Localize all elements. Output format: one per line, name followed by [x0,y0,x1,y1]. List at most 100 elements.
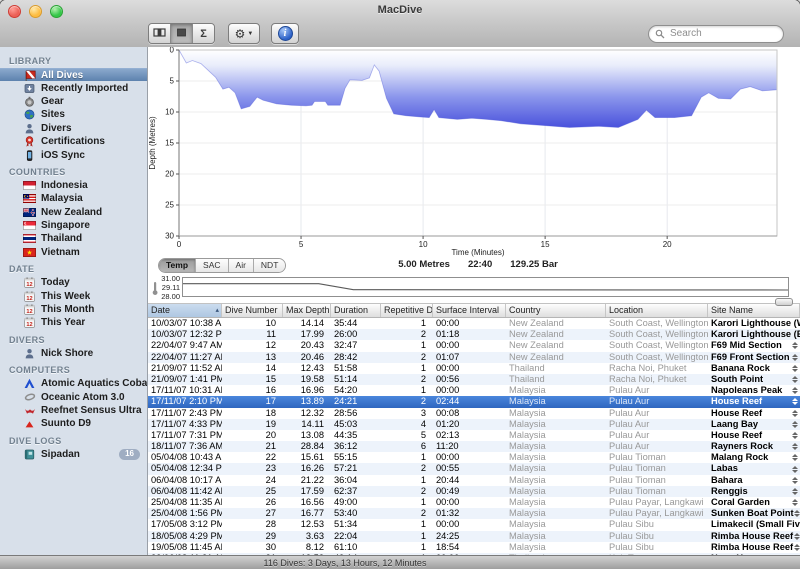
table-row[interactable]: 05/04/08 10:43 AM2215.6155:15100:00Malay… [148,452,800,463]
sidebar-item-sites[interactable]: Sites [0,108,147,121]
cell-surface-interval: 00:00 [433,385,506,396]
table-row[interactable]: 22/04/07 11:27 AM1320.4628:42201:07New Z… [148,352,800,363]
site-stepper[interactable] [791,432,798,439]
sidebar-item-singapore[interactable]: Singapore [0,219,147,232]
table-row[interactable]: 18/11/07 7:36 AM2128.8436:12611:20Malays… [148,441,800,452]
search-input[interactable] [668,27,777,40]
sidebar-item-today[interactable]: 12Today [0,276,147,289]
cell-site-name: F69 Front Section [708,352,800,363]
sidebar-item-vietnam[interactable]: Vietnam [0,246,147,259]
column-header-duration[interactable]: Duration [331,304,381,317]
table-row[interactable]: 10/03/07 12:32 PM1117.9926:00201:18New Z… [148,329,800,340]
column-header-dive-number[interactable]: Dive Number [222,304,283,317]
table-row[interactable]: 06/04/08 10:17 AM2421.2236:04120:44Malay… [148,475,800,486]
site-stepper[interactable] [793,544,800,551]
column-header-max-depth[interactable]: Max Depth [283,304,331,317]
sidebar-item-atomic-aquatics-cobalt[interactable]: Atomic Aquatics Cobalt [0,377,147,390]
table-row[interactable]: 17/11/07 7:31 PM2013.0844:35502:13Malays… [148,430,800,441]
sidebar-item-gear[interactable]: Gear [0,95,147,108]
site-stepper[interactable] [791,454,798,461]
table-row[interactable]: 21/09/07 11:52 AM1412.4351:58100:00Thail… [148,363,800,374]
site-stepper[interactable] [791,443,798,450]
segment-sigma-view[interactable]: Σ [193,24,214,43]
sidebar-item-nick-shore[interactable]: Nick Shore [0,347,147,360]
info-button[interactable]: i [271,23,299,44]
site-stepper[interactable] [791,398,798,405]
site-stepper[interactable] [791,466,798,473]
sidebar-item-label: Nick Shore [41,348,93,359]
sidebar-item-this-year[interactable]: 12This Year [0,316,147,329]
sidebar-item-thailand[interactable]: Thailand [0,232,147,245]
site-stepper[interactable] [791,376,798,383]
column-header-surface-interval[interactable]: Surface Interval [433,304,506,317]
minimize-button[interactable] [29,5,42,18]
sidebar-item-this-month[interactable]: 12This Month [0,303,147,316]
main-content: 05101520253005101520Time (Minutes)Depth … [148,47,800,556]
site-stepper[interactable] [791,499,798,506]
site-stepper[interactable] [791,421,798,428]
table-row[interactable]: 25/04/08 11:35 AM2616.5649:00100:00Malay… [148,497,800,508]
cell-dive-number: 20 [222,430,283,441]
table-row[interactable]: 17/11/07 2:43 PM1812.3228:56300:08Malays… [148,408,800,419]
column-header-location[interactable]: Location [606,304,708,317]
table-row[interactable]: 17/11/07 2:10 PM1713.8924:21202:44Malays… [148,396,800,407]
site-stepper[interactable] [791,410,798,417]
sidebar-item-certifications[interactable]: Certifications [0,135,147,148]
site-name-value: Rimba House Reef [711,531,793,542]
table-row[interactable]: 17/11/07 4:33 PM1914.1145:03401:20Malays… [148,419,800,430]
cell-date: 10/03/07 12:32 PM [148,329,222,340]
sort-ascending-icon: ▴ [215,304,219,317]
cell-site-name: Labas [708,463,800,474]
table-row[interactable]: 19/05/08 11:45 AM308.1261:10118:54Malays… [148,542,800,553]
sidebar-item-indonesia[interactable]: Indonesia [0,179,147,192]
sidebar-item-recently-imported[interactable]: Recently Imported [0,81,147,94]
sidebar-item-reefnet-sensus-ultra[interactable]: Reefnet Sensus Ultra [0,404,147,417]
site-stepper[interactable] [791,387,798,394]
table-row[interactable]: 18/05/08 4:29 PM293.6322:04124:25Malaysi… [148,531,800,542]
cell-repetitive-dive: 6 [381,441,433,452]
column-header-repetitive-dive[interactable]: Repetitive Dive [381,304,433,317]
cell-country: Malaysia [506,519,606,530]
sidebar-item-ios-sync[interactable]: iOS Sync [0,148,147,161]
segment-columns-view[interactable] [149,24,171,43]
cell-site-name: South Point [708,374,800,385]
site-stepper[interactable] [791,354,798,361]
search-field[interactable] [648,25,784,43]
cell-date: 17/05/08 3:12 PM [148,519,222,530]
sidebar-item-divers[interactable]: Divers [0,122,147,135]
zoom-button[interactable] [50,5,63,18]
site-stepper[interactable] [791,477,798,484]
table-row[interactable]: 17/11/07 10:31 AM1616.9654:20100:00Malay… [148,385,800,396]
site-stepper[interactable] [791,365,798,372]
oceanic-logo-icon [23,392,36,403]
column-header-country[interactable]: Country [506,304,606,317]
title-bar[interactable]: MacDive [0,0,800,21]
table-row[interactable]: 05/04/08 12:34 PM2316.2657:21200:55Malay… [148,463,800,474]
sidebar-item-suunto-d9[interactable]: Suunto D9 [0,417,147,430]
close-button[interactable] [8,5,21,18]
table-row[interactable]: 17/05/08 3:12 PM2812.5351:34100:00Malays… [148,519,800,530]
sidebar-item-new-zealand[interactable]: New Zealand [0,206,147,219]
table-row[interactable]: 10/03/07 10:38 AM1014.1435:44100:00New Z… [148,318,800,329]
sidebar-item-malaysia[interactable]: Malaysia [0,192,147,205]
site-stepper[interactable] [793,533,800,540]
table-row[interactable]: 22/04/07 9:47 AM1220.4332:47100:00New Ze… [148,340,800,351]
action-gear-button[interactable]: ⚙ ▼ [228,23,260,44]
sidebar-item-this-week[interactable]: 12This Week [0,289,147,302]
temp-min-label: 28.00 [161,292,180,301]
table-row[interactable]: 21/09/07 1:41 PM1519.5851:14200:56Thaila… [148,374,800,385]
sidebar-item-oceanic-atom-3-0[interactable]: Oceanic Atom 3.0 [0,390,147,403]
table-row[interactable]: 25/04/08 1:56 PM2716.7753:40201:32Malays… [148,508,800,519]
sidebar-item-all-dives[interactable]: All Dives [0,68,147,81]
site-stepper[interactable] [791,342,798,349]
pane-splitter-handle[interactable] [775,298,793,306]
temp-mid-label: 29.11 [162,283,180,292]
cell-surface-interval: 24:25 [433,531,506,542]
cell-location: Racha Noi, Phuket [606,363,708,374]
site-stepper[interactable] [791,488,798,495]
sidebar-item-sipadan[interactable]: Sipadan16 [0,448,147,461]
table-row[interactable]: 06/04/08 11:42 AM2517.5962:37200:49Malay… [148,486,800,497]
site-stepper[interactable] [794,510,800,517]
segment-detail-view[interactable] [171,24,193,43]
column-header-date[interactable]: Date▴ [148,304,222,317]
